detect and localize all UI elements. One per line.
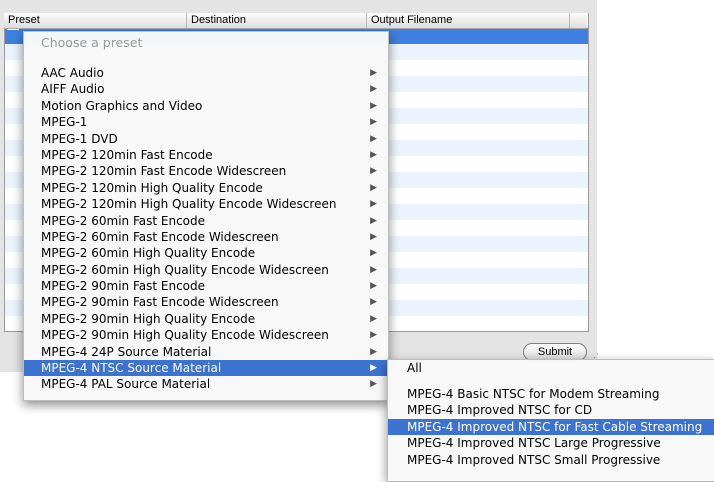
submenu-item[interactable]: MPEG-4 Improved NTSC Large Progressive [388, 435, 714, 452]
preset-menu-item-label: MPEG-2 120min Fast Encode Widescreen [41, 164, 287, 179]
submenu-arrow-icon: ▶ [370, 133, 377, 144]
preset-menu-item-label: MPEG-2 120min High Quality Encode Widesc… [41, 197, 337, 212]
preset-menu-item-label: MPEG-4 NTSC Source Material [41, 361, 222, 376]
submenu-arrow-icon: ▶ [370, 281, 377, 292]
submenu-arrow-icon: ▶ [370, 363, 377, 374]
menu-separator [24, 54, 388, 65]
submenu-item[interactable]: MPEG-4 Improved NTSC for CD [388, 402, 714, 419]
preset-menu-item-label: MPEG-1 DVD [41, 131, 118, 146]
preset-menu-item[interactable]: MPEG-2 90min High Quality Encode Widescr… [24, 327, 388, 343]
preset-menu-item[interactable]: MPEG-4 PAL Source Material ▶ [24, 376, 388, 392]
submenu-arrow-icon: ▶ [370, 346, 377, 357]
submenu-item[interactable]: MPEG-4 Basic NTSC for Modem Streaming [388, 386, 714, 403]
preset-menu-placeholder: Choose a preset [41, 35, 143, 50]
preset-menu-item[interactable]: MPEG-2 120min High Quality Encode Widesc… [24, 196, 388, 212]
preset-menu-item[interactable]: MPEG-2 60min Fast Encode ▶ [24, 213, 388, 229]
menu-separator [388, 377, 714, 386]
preset-menu-item[interactable]: MPEG-2 60min High Quality Encode ▶ [24, 245, 388, 261]
preset-menu: Choose a preset AAC Audio ▶ AIFF Audio ▶ Mot… [23, 31, 389, 401]
submenu-arrow-icon: ▶ [370, 379, 377, 390]
submenu-arrow-icon: ▶ [370, 166, 377, 177]
preset-menu-item[interactable]: MPEG-2 120min Fast Encode Widescreen ▶ [24, 163, 388, 179]
preset-menu-item[interactable]: MPEG-2 90min Fast Encode ▶ [24, 278, 388, 294]
preset-menu-item[interactable]: AAC Audio ▶ [24, 65, 388, 81]
preset-menu-item-label: MPEG-2 120min High Quality Encode [41, 180, 263, 195]
preset-menu-item[interactable]: AIFF Audio ▶ [24, 81, 388, 97]
table-header: Preset Destination Output Filename [4, 13, 587, 29]
column-header-output-filename[interactable]: Output Filename [367, 13, 570, 28]
submenu-arrow-icon: ▶ [370, 199, 377, 210]
ntsc-submenu: All MPEG-4 Basic NTSC for Modem Streamin… [387, 359, 714, 482]
submenu-arrow-icon: ▶ [370, 84, 377, 95]
submenu-arrow-icon: ▶ [370, 297, 377, 308]
preset-menu-item[interactable]: MPEG-2 60min High Quality Encode Widescr… [24, 262, 388, 278]
submenu-arrow-icon: ▶ [370, 68, 377, 78]
preset-menu-item[interactable]: MPEG-4 NTSC Source Material ▶ [24, 360, 388, 377]
preset-menu-item[interactable]: MPEG-2 120min Fast Encode ▶ [24, 147, 388, 163]
preset-menu-item-label: Motion Graphics and Video [41, 98, 203, 113]
preset-menu-item[interactable]: Motion Graphics and Video ▶ [24, 98, 388, 114]
preset-menu-item-label: MPEG-2 120min Fast Encode [41, 147, 213, 162]
submenu-arrow-icon: ▶ [370, 117, 377, 128]
submenu-arrow-icon: ▶ [370, 231, 377, 242]
preset-menu-item[interactable]: MPEG-1 DVD ▶ [24, 131, 388, 147]
preset-menu-item[interactable]: MPEG-1 ▶ [24, 114, 388, 130]
submenu-arrow-icon: ▶ [370, 330, 377, 341]
preset-menu-item-label: MPEG-2 60min High Quality Encode [41, 246, 256, 261]
submenu-item[interactable]: MPEG-4 Improved NTSC Small Progressive [388, 452, 714, 469]
submenu-arrow-icon: ▶ [370, 264, 377, 275]
submenu-arrow-icon: ▶ [370, 100, 377, 111]
preset-menu-item-label: MPEG-2 90min High Quality Encode [41, 311, 256, 326]
preset-menu-item-label: MPEG-1 [41, 115, 88, 130]
submenu-arrow-icon: ▶ [370, 248, 377, 259]
preset-menu-item-label: MPEG-2 90min Fast Encode [41, 279, 206, 294]
preset-menu-item-label: MPEG-2 60min Fast Encode [41, 213, 206, 228]
preset-menu-item[interactable]: MPEG-4 24P Source Material ▶ [24, 344, 388, 360]
preset-menu-item-label: MPEG-2 60min High Quality Encode Widescr… [41, 262, 329, 277]
submenu-arrow-icon: ▶ [370, 313, 377, 324]
preset-menu-item[interactable]: MPEG-2 120min High Quality Encode ▶ [24, 180, 388, 196]
column-header-preset[interactable]: Preset [4, 13, 187, 28]
column-header-destination[interactable]: Destination [187, 13, 367, 28]
preset-menu-item-label: MPEG-2 60min Fast Encode Widescreen [41, 229, 279, 244]
preset-menu-item-label: MPEG-4 24P Source Material [41, 344, 212, 359]
submenu-arrow-icon: ▶ [370, 215, 377, 226]
preset-menu-item-label: MPEG-2 90min Fast Encode Widescreen [41, 295, 279, 310]
preset-menu-item-label: MPEG-4 PAL Source Material [41, 377, 211, 392]
submenu-item[interactable]: MPEG-4 Improved NTSC for Fast Cable Stre… [388, 418, 714, 435]
preset-menu-item-label: MPEG-2 90min High Quality Encode Widescr… [41, 328, 329, 343]
preset-menu-item[interactable]: MPEG-2 90min Fast Encode Widescreen ▶ [24, 294, 388, 310]
preset-menu-item[interactable]: MPEG-2 60min Fast Encode Widescreen ▶ [24, 229, 388, 245]
submenu-arrow-icon: ▶ [370, 182, 377, 193]
submenu-arrow-icon: ▶ [370, 149, 377, 160]
preset-menu-item-label: AAC Audio [41, 66, 104, 80]
submenu-item-all[interactable]: All [388, 360, 714, 377]
preset-menu-item-label: AIFF Audio [41, 82, 105, 97]
preset-menu-item[interactable]: MPEG-2 90min High Quality Encode ▶ [24, 311, 388, 327]
